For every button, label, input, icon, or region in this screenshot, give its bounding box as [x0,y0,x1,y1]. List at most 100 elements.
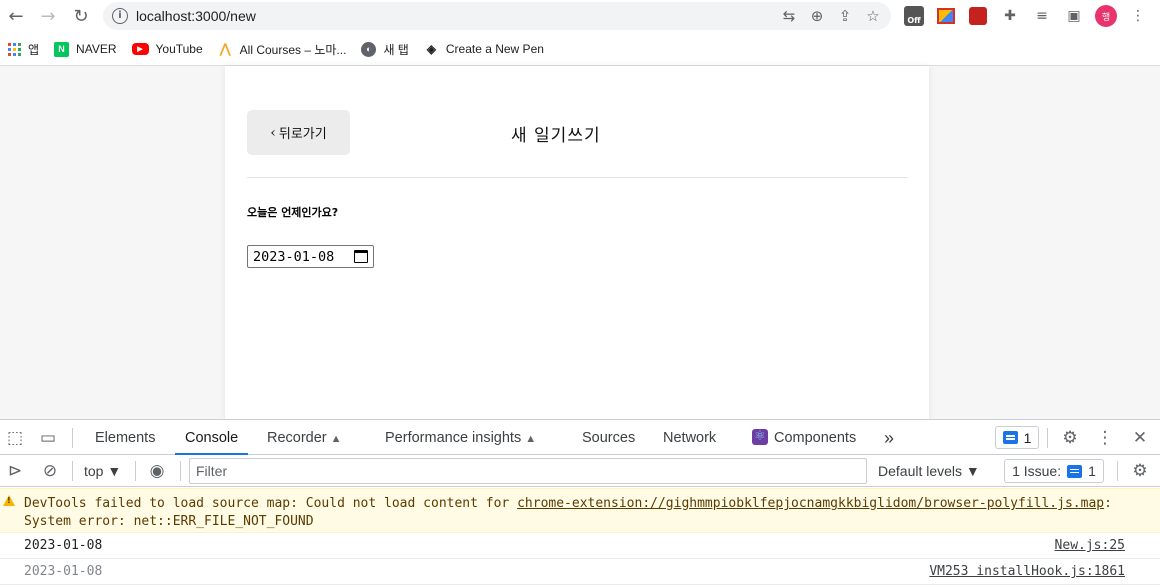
share-icon[interactable]: ⇪ [835,6,855,26]
tab-label: Recorder [267,430,327,446]
date-value[interactable]: 2023-01-08 [253,249,334,265]
back-button-label: 뒤로가기 [278,127,327,142]
sidebar-toggle-icon[interactable]: ⊳ [4,460,26,482]
separator [72,461,73,481]
tab-components[interactable]: Components [752,418,857,455]
console-output: DevTools failed to load source map: Coul… [0,488,1160,587]
bookmark-apps[interactable]: 앱 [8,41,39,58]
off-extension-icon[interactable]: Off [900,4,928,28]
url-text[interactable]: localhost:3000/new [136,8,256,24]
date-input[interactable]: 2023-01-08 [247,245,374,268]
zoom-icon[interactable]: ⊕ [807,6,827,26]
site-info-icon[interactable]: i [112,8,128,24]
tab-console[interactable]: Console [174,420,249,455]
chevron-left-icon: ‹ [270,124,276,141]
tab-network[interactable]: Network [663,420,716,455]
react-icon [752,418,768,454]
devtools-tab-bar: ⬚ ▭ Elements Console Recorder ▲ Performan… [0,418,1160,455]
browser-toolbar: ← → ↻ i localhost:3000/new ⇆ ⊕ ⇪ ☆ Off ✚… [0,0,1160,33]
flask-icon: ▲ [330,433,342,445]
log-levels-select[interactable]: Default levels ▼ [878,463,980,479]
sidepanel-icon[interactable]: ▣ [1060,4,1088,28]
more-tabs-button[interactable]: » [884,420,894,455]
forward-arrow-icon[interactable]: → [35,3,61,29]
bookmarks-bar: 앱 N NAVER ▶ YouTube ⋀ All Courses – 노마..… [0,33,1160,66]
separator [180,461,181,481]
back-button[interactable]: ‹ 뒤로가기 [247,110,350,155]
apps-grid-icon [8,42,21,56]
tab-label: Performance insights [385,430,522,446]
issues-count: 1 [1088,463,1096,479]
log-message: 2023-01-08 [24,538,103,553]
context-select[interactable]: top ▼ [84,463,121,479]
back-arrow-icon[interactable]: ← [3,3,29,29]
bookmark-label: All Courses – 노마... [239,42,347,57]
clear-console-icon[interactable]: ⊘ [39,460,61,482]
profile-avatar[interactable]: 행 [1092,4,1120,28]
bookmark-youtube[interactable]: ▶ YouTube [131,42,203,56]
codepen-icon: ◈ [426,42,436,56]
log-row: 2023-01-08 New.js:25 [0,533,1160,559]
translate-icon[interactable]: ⇆ [779,6,799,26]
message-count: 1 [1023,429,1032,446]
filter-input[interactable]: Filter [189,458,867,484]
separator [1047,428,1048,448]
warning-text: DevTools failed to load source map: Coul… [24,495,1134,531]
bookmark-nomad[interactable]: ⋀ All Courses – 노마... [218,41,347,58]
tab-recorder[interactable]: Recorder ▲ [267,420,342,455]
warning-prefix: DevTools failed to load source map: Coul… [24,496,518,511]
puzzle-icon[interactable]: ✚ [996,4,1024,28]
tab-sources[interactable]: Sources [582,420,635,455]
issues-label: 1 Issue: [1012,463,1062,479]
kebab-menu-icon[interactable]: ⋮ [1094,427,1116,449]
color-extension-icon[interactable] [932,4,960,28]
log-row: 2023-01-08 VM253 installHook.js:1861 [0,559,1160,585]
tab-performance-insights[interactable]: Performance insights ▲ [385,420,536,455]
bookmark-codepen[interactable]: ◈ Create a New Pen [424,42,544,57]
message-icon [1002,431,1018,444]
bookmark-naver[interactable]: N NAVER [54,41,117,57]
avatar: 행 [1095,5,1117,27]
bookmark-label: NAVER [76,42,117,56]
bookmark-label: Create a New Pen [445,42,544,56]
kebab-menu-icon[interactable]: ⋮ [1124,4,1152,28]
bookmark-label: 새 탭 [383,42,409,57]
tab-elements[interactable]: Elements [95,420,155,455]
device-toolbar-icon[interactable]: ▭ [37,427,59,449]
log-source-link[interactable]: VM253 installHook.js:1861 [929,564,1125,579]
bookmark-label: 앱 [28,42,40,57]
warning-link[interactable]: chrome-extension://gighmmpiobklfepjocnam… [517,496,1104,511]
eye-icon[interactable]: ◉ [146,460,168,482]
naver-icon: N [54,41,70,57]
reload-icon[interactable]: ↻ [68,3,94,29]
log-source-link[interactable]: New.js:25 [1055,538,1125,553]
extension-icons: Off ✚ ≡ ▣ 행 ⋮ [900,4,1152,28]
messages-badge[interactable]: 1 [995,426,1039,449]
settings-gear-icon[interactable]: ⚙ [1059,427,1081,449]
globe-icon: ◐ [361,41,377,57]
header-divider [247,177,907,178]
close-icon[interactable]: ✕ [1129,427,1151,449]
address-bar[interactable]: i localhost:3000/new ⇆ ⊕ ⇪ ☆ [103,2,891,30]
tab-label: Components [774,430,857,446]
page-title: 새 일기쓰기 [511,126,601,146]
page-viewport: ‹ 뒤로가기 새 일기쓰기 오늘은 언제인가요? 2023-01-08 [0,66,1160,419]
bookmark-new-tab[interactable]: ◐ 새 탭 [361,41,409,58]
warning-message: DevTools failed to load source map: Coul… [0,488,1160,533]
diary-app: ‹ 뒤로가기 새 일기쓰기 오늘은 언제인가요? 2023-01-08 [225,66,929,419]
console-settings-icon[interactable]: ⚙ [1129,460,1151,482]
log-message: 2023-01-08 [24,564,103,579]
issues-button[interactable]: 1 Issue: 1 [1004,459,1104,483]
warning-icon [3,495,15,506]
devtools-panel: ⬚ ▭ Elements Console Recorder ▲ Performan… [0,418,1160,587]
youtube-icon: ▶ [131,43,149,55]
calendar-icon[interactable] [354,250,368,263]
console-filter-bar: ⊳ ⊘ top ▼ ◉ Filter Default levels ▼ 1 Is… [0,455,1160,487]
message-icon [1067,464,1083,478]
nomad-icon: ⋀ [219,41,231,56]
bookmark-label: YouTube [155,42,203,56]
star-icon[interactable]: ☆ [863,6,883,26]
inspect-element-icon[interactable]: ⬚ [4,427,26,449]
media-icon[interactable]: ≡ [1028,4,1056,28]
red-extension-icon[interactable] [964,4,992,28]
